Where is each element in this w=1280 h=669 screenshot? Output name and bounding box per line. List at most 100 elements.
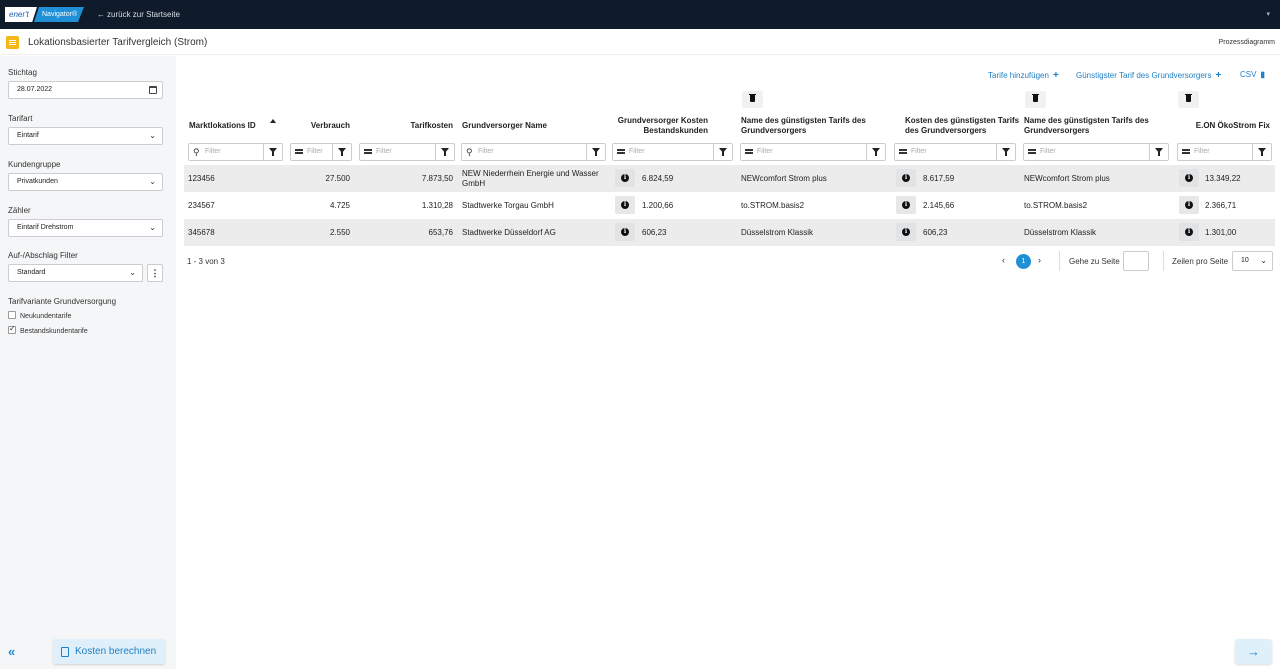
equals-icon[interactable] xyxy=(364,149,372,151)
neukunden-checkbox-row[interactable]: Neukundentarife xyxy=(8,311,72,320)
column-header-grundversorger-name[interactable]: Grundversorger Name xyxy=(462,121,547,131)
back-to-start-link[interactable]: ← zurück zur Startseite xyxy=(97,10,180,19)
filter-verbrauch[interactable]: Filter xyxy=(290,143,352,161)
cell-name-guenstigster-tarif-2: NEWcomfort Strom plus xyxy=(1024,174,1110,183)
column-header-verbrauch[interactable]: Verbrauch xyxy=(290,121,350,131)
info-icon[interactable] xyxy=(615,223,635,241)
next-page-button[interactable]: › xyxy=(1038,255,1041,265)
bestandskunden-label: Bestandskundentarife xyxy=(20,327,88,335)
sort-ascending-icon[interactable] xyxy=(270,119,276,123)
filter-tarifkosten[interactable]: Filter xyxy=(359,143,455,161)
filter-funnel-icon[interactable] xyxy=(586,144,605,160)
cell-name-guenstigster-tarif: Düsselstrom Klassik xyxy=(741,228,814,237)
add-tariffs-button[interactable]: Tarife hinzufügen + xyxy=(988,70,1059,81)
product-logo[interactable]: Navigator® xyxy=(34,7,84,22)
filter-placeholder: Filter xyxy=(629,148,645,155)
filter-placeholder: Filter xyxy=(307,148,323,155)
rows-per-page-select[interactable]: 10 ⌄ xyxy=(1232,251,1273,271)
delete-column-button[interactable] xyxy=(1025,91,1046,108)
equals-icon[interactable] xyxy=(295,149,303,151)
filter-placeholder: Filter xyxy=(1040,148,1056,155)
filter-funnel-icon[interactable] xyxy=(263,144,282,160)
title-row: Lokationsbasierter Tarifvergleich (Strom… xyxy=(0,29,1280,55)
filter-grundversorger-name[interactable]: ⚲ Filter xyxy=(461,143,606,161)
table-row[interactable]: 345678 2.550 653,76 Stadtwerke Düsseldor… xyxy=(184,219,1275,246)
info-icon[interactable] xyxy=(1179,196,1199,214)
equals-icon[interactable] xyxy=(745,149,753,151)
calendar-icon[interactable] xyxy=(149,86,157,94)
column-header-name-guenstigster-tarif-2[interactable]: Name des günstigsten Tarifs des Grundver… xyxy=(1024,116,1174,136)
cell-grundversorger-name: Stadtwerke Torgau GmbH xyxy=(462,201,554,210)
cheapest-tariff-button[interactable]: Günstigster Tarif des Grundversorgers + xyxy=(1076,70,1221,81)
bestandskunden-checkbox-row[interactable]: Bestandskundentarife xyxy=(8,324,88,335)
filter-funnel-icon[interactable] xyxy=(332,144,351,160)
filter-funnel-icon[interactable] xyxy=(1252,144,1271,160)
current-page-button[interactable]: 1 xyxy=(1016,254,1031,269)
zaehler-select[interactable]: Eintarif Drehstrom ⌄ xyxy=(8,219,163,237)
column-header-tarifkosten[interactable]: Tarifkosten xyxy=(380,121,453,131)
info-icon[interactable] xyxy=(615,169,635,187)
stichtag-date-input[interactable]: 28.07.2022 xyxy=(8,81,163,99)
cheapest-tariff-label: Günstigster Tarif des Grundversorgers xyxy=(1076,71,1212,80)
column-header-kosten-guenstigster-tarif[interactable]: Kosten des günstigsten Tarifs des Grundv… xyxy=(905,116,1023,136)
info-icon[interactable] xyxy=(1179,169,1199,187)
filter-grundversorger-kosten[interactable]: Filter xyxy=(612,143,733,161)
cell-eon-oekostrom-fix: 1.301,00 xyxy=(1205,228,1237,237)
csv-export-button[interactable]: CSV ▮ xyxy=(1240,70,1265,79)
filter-funnel-icon[interactable] xyxy=(996,144,1015,160)
filter-name-guenstigster-tarif-2[interactable]: Filter xyxy=(1023,143,1169,161)
filter-placeholder: Filter xyxy=(478,148,494,155)
filter-funnel-icon[interactable] xyxy=(866,144,885,160)
delete-column-button[interactable] xyxy=(1178,91,1199,108)
filter-funnel-icon[interactable] xyxy=(713,144,732,160)
delete-column-button[interactable] xyxy=(742,91,763,108)
column-header-marktlokations-id[interactable]: Marktlokations ID xyxy=(189,121,256,131)
kundengruppe-select[interactable]: Privatkunden ⌄ xyxy=(8,173,163,191)
filter-name-guenstigster-tarif[interactable]: Filter xyxy=(740,143,886,161)
next-step-button[interactable]: → xyxy=(1235,639,1272,664)
filter-marktlokations-id[interactable]: ⚲ Filter xyxy=(188,143,283,161)
column-header-eon-oekostrom-fix[interactable]: E.ON ÖkoStrom Fix xyxy=(1180,121,1270,131)
filter-eon-oekostrom-fix[interactable]: Filter xyxy=(1177,143,1272,161)
table-row[interactable]: 123456 27.500 7.873,50 NEW Niederrhein E… xyxy=(184,165,1275,192)
cell-marktlokations-id: 123456 xyxy=(188,174,215,183)
calculate-costs-button[interactable]: Kosten berechnen xyxy=(53,639,165,664)
more-options-button[interactable]: ⋮ xyxy=(147,264,163,282)
equals-icon[interactable] xyxy=(617,149,625,151)
info-icon[interactable] xyxy=(896,223,916,241)
kundengruppe-label: Kundengruppe xyxy=(8,160,61,169)
equals-icon[interactable] xyxy=(899,149,907,151)
zaehler-value: Eintarif Drehstrom xyxy=(17,224,74,231)
page-title: Lokationsbasierter Tarifvergleich (Strom… xyxy=(28,37,208,48)
equals-icon[interactable] xyxy=(1028,149,1036,151)
aufabschlag-select[interactable]: Standard ⌄ xyxy=(8,264,143,282)
filter-kosten-guenstigster-tarif[interactable]: Filter xyxy=(894,143,1016,161)
neukunden-checkbox[interactable] xyxy=(8,311,16,319)
bestandskunden-checkbox[interactable] xyxy=(8,324,16,334)
collapse-sidebar-button[interactable]: « xyxy=(8,644,15,659)
filter-funnel-icon[interactable] xyxy=(435,144,454,160)
process-diagram-link[interactable]: Prozessdiagramm xyxy=(1219,39,1275,46)
info-icon[interactable] xyxy=(1179,223,1199,241)
csv-label: CSV xyxy=(1240,70,1257,79)
filter-funnel-icon[interactable] xyxy=(1149,144,1168,160)
zaehler-label: Zähler xyxy=(8,206,31,215)
goto-page-input[interactable] xyxy=(1123,251,1149,271)
info-icon[interactable] xyxy=(896,169,916,187)
table-row[interactable]: 234567 4.725 1.310,28 Stadtwerke Torgau … xyxy=(184,192,1275,219)
tarifart-select[interactable]: Eintarif ⌄ xyxy=(8,127,163,145)
equals-icon[interactable] xyxy=(1182,149,1190,151)
cell-name-guenstigster-tarif-2: to.STROM.basis2 xyxy=(1024,201,1088,210)
previous-page-button[interactable]: ‹ xyxy=(1002,255,1005,265)
info-icon[interactable] xyxy=(615,196,635,214)
filter-placeholder: Filter xyxy=(1194,148,1210,155)
goto-page-label: Gehe zu Seite xyxy=(1069,257,1120,266)
search-icon: ⚲ xyxy=(193,147,200,157)
cell-tarifkosten: 7.873,50 xyxy=(421,174,453,183)
column-header-grundversorger-kosten[interactable]: Grundversorger Kosten Bestandskunden xyxy=(612,116,708,136)
info-icon[interactable] xyxy=(896,196,916,214)
brand-logo[interactable]: ener't xyxy=(5,7,37,22)
column-header-name-guenstigster-tarif[interactable]: Name des günstigsten Tarifs des Grundver… xyxy=(741,116,891,136)
neukunden-label: Neukundentarife xyxy=(20,312,72,320)
chevron-down-icon[interactable]: ▾ xyxy=(1266,10,1270,18)
